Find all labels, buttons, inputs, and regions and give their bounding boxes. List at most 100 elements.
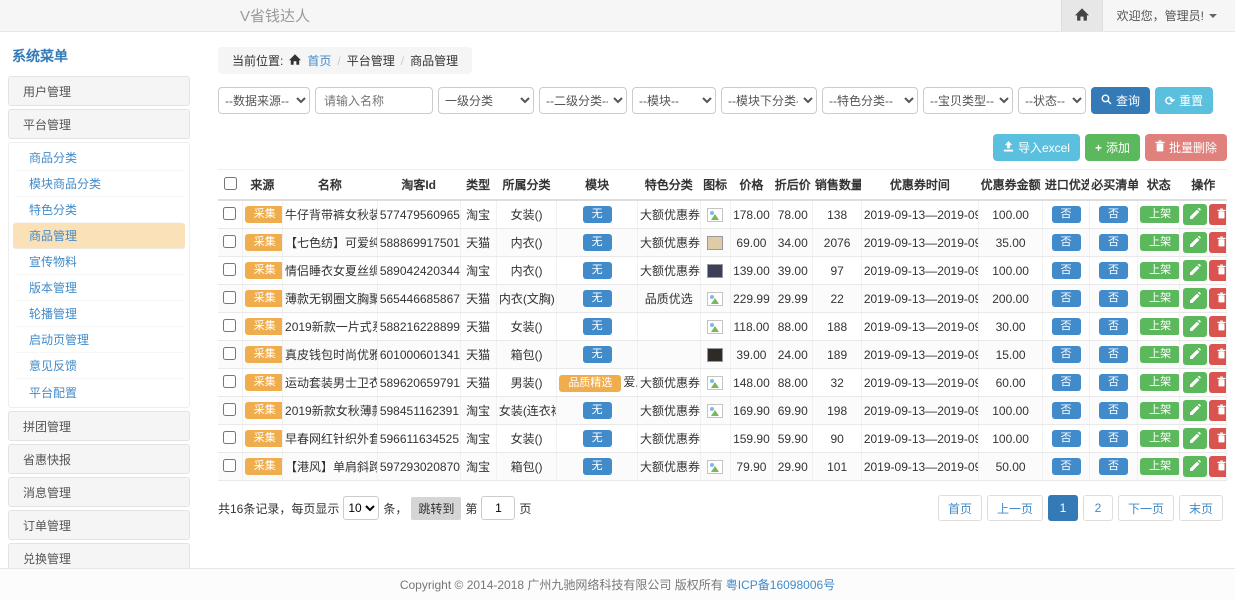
must-buy-toggle[interactable]: 否	[1099, 290, 1128, 307]
page-number-button[interactable]: 2	[1083, 495, 1113, 521]
status-badge[interactable]: 上架	[1140, 402, 1180, 419]
row-checkbox[interactable]	[223, 263, 236, 276]
status-badge[interactable]: 上架	[1140, 430, 1180, 447]
data-source-select[interactable]: --数据来源--	[218, 87, 310, 114]
sidebar-section[interactable]: 省惠快报	[8, 444, 190, 474]
add-button[interactable]: + 添加	[1085, 134, 1140, 161]
status-select[interactable]: --状态--	[1018, 87, 1086, 114]
sidebar-section[interactable]: 平台管理	[8, 109, 190, 139]
row-checkbox[interactable]	[223, 431, 236, 444]
import-select-toggle[interactable]: 否	[1052, 318, 1081, 335]
must-buy-toggle[interactable]: 否	[1099, 234, 1128, 251]
delete-button[interactable]	[1209, 372, 1226, 393]
row-checkbox[interactable]	[223, 291, 236, 304]
sidebar-section[interactable]: 消息管理	[8, 477, 190, 507]
sidebar-item[interactable]: 轮播管理	[13, 301, 185, 327]
delete-button[interactable]	[1209, 428, 1226, 449]
delete-button[interactable]	[1209, 344, 1226, 365]
edit-button[interactable]	[1183, 344, 1207, 365]
page-number-button[interactable]: 1	[1048, 495, 1078, 521]
breadcrumb-home-link[interactable]: 首页	[307, 52, 331, 69]
import-select-toggle[interactable]: 否	[1052, 234, 1081, 251]
edit-button[interactable]	[1183, 428, 1207, 449]
edit-button[interactable]	[1183, 288, 1207, 309]
page-number-input[interactable]	[481, 496, 515, 520]
status-badge[interactable]: 上架	[1140, 262, 1180, 279]
name-search-input[interactable]	[315, 87, 433, 114]
must-buy-toggle[interactable]: 否	[1099, 374, 1128, 391]
sidebar-item[interactable]: 宣传物料	[13, 249, 185, 275]
must-buy-toggle[interactable]: 否	[1099, 402, 1128, 419]
row-checkbox[interactable]	[223, 403, 236, 416]
row-checkbox[interactable]	[223, 375, 236, 388]
status-badge[interactable]: 上架	[1140, 234, 1180, 251]
item-type-select[interactable]: --宝贝类型--	[923, 87, 1013, 114]
module-select[interactable]: --模块--	[632, 87, 716, 114]
must-buy-toggle[interactable]: 否	[1099, 262, 1128, 279]
sidebar-item[interactable]: 模块商品分类	[13, 171, 185, 197]
next-page-button[interactable]: 下一页	[1118, 495, 1174, 521]
delete-button[interactable]	[1209, 232, 1226, 253]
last-page-button[interactable]: 末页	[1179, 495, 1223, 521]
import-select-toggle[interactable]: 否	[1052, 206, 1081, 223]
reset-button[interactable]: ⟳ 重置	[1155, 87, 1213, 114]
sidebar-item[interactable]: 平台配置	[13, 379, 185, 405]
edit-button[interactable]	[1183, 456, 1207, 477]
status-badge[interactable]: 上架	[1140, 290, 1180, 307]
select-all-checkbox[interactable]	[224, 177, 237, 190]
status-badge[interactable]: 上架	[1140, 318, 1180, 335]
module-subcategory-select[interactable]: --模块下分类--	[721, 87, 817, 114]
import-select-toggle[interactable]: 否	[1052, 290, 1081, 307]
delete-button[interactable]	[1209, 260, 1226, 281]
sidebar-section[interactable]: 拼团管理	[8, 411, 190, 441]
sidebar-item[interactable]: 商品分类	[13, 145, 185, 171]
sidebar-section[interactable]: 兑换管理	[8, 543, 190, 568]
import-select-toggle[interactable]: 否	[1052, 430, 1081, 447]
row-checkbox[interactable]	[223, 207, 236, 220]
delete-button[interactable]	[1209, 204, 1226, 225]
icp-link[interactable]: 粤ICP备16098006号	[726, 576, 835, 593]
import-select-toggle[interactable]: 否	[1052, 458, 1081, 475]
sidebar-item[interactable]: 商品管理	[13, 223, 185, 249]
import-select-toggle[interactable]: 否	[1052, 402, 1081, 419]
delete-button[interactable]	[1209, 400, 1226, 421]
status-badge[interactable]: 上架	[1140, 206, 1180, 223]
must-buy-toggle[interactable]: 否	[1099, 346, 1128, 363]
must-buy-toggle[interactable]: 否	[1099, 206, 1128, 223]
row-checkbox[interactable]	[223, 347, 236, 360]
status-badge[interactable]: 上架	[1140, 346, 1180, 363]
delete-button[interactable]	[1209, 288, 1226, 309]
edit-button[interactable]	[1183, 232, 1207, 253]
must-buy-toggle[interactable]: 否	[1099, 318, 1128, 335]
category1-select[interactable]: 一级分类	[438, 87, 534, 114]
edit-button[interactable]	[1183, 400, 1207, 421]
delete-button[interactable]	[1209, 316, 1226, 337]
user-menu[interactable]: 欢迎您，管理员!	[1103, 7, 1235, 24]
row-checkbox[interactable]	[223, 459, 236, 472]
import-select-toggle[interactable]: 否	[1052, 262, 1081, 279]
import-excel-button[interactable]: 导入excel	[993, 134, 1080, 161]
per-page-select[interactable]: 10	[343, 496, 379, 520]
edit-button[interactable]	[1183, 204, 1207, 225]
must-buy-toggle[interactable]: 否	[1099, 430, 1128, 447]
sidebar-item[interactable]: 版本管理	[13, 275, 185, 301]
sidebar-item[interactable]: 启动页管理	[13, 327, 185, 353]
search-button[interactable]: 查询	[1091, 87, 1150, 114]
edit-button[interactable]	[1183, 316, 1207, 337]
sidebar-section[interactable]: 订单管理	[8, 510, 190, 540]
sidebar-section[interactable]: 用户管理	[8, 76, 190, 106]
prev-page-button[interactable]: 上一页	[987, 495, 1043, 521]
row-checkbox[interactable]	[223, 319, 236, 332]
status-badge[interactable]: 上架	[1140, 458, 1180, 475]
must-buy-toggle[interactable]: 否	[1099, 458, 1128, 475]
category2-select[interactable]: --二级分类--	[539, 87, 627, 114]
first-page-button[interactable]: 首页	[938, 495, 982, 521]
import-select-toggle[interactable]: 否	[1052, 374, 1081, 391]
edit-button[interactable]	[1183, 260, 1207, 281]
feature-category-select[interactable]: --特色分类--	[822, 87, 918, 114]
import-select-toggle[interactable]: 否	[1052, 346, 1081, 363]
home-button[interactable]	[1061, 0, 1103, 31]
delete-button[interactable]	[1209, 456, 1226, 477]
edit-button[interactable]	[1183, 372, 1207, 393]
batch-delete-button[interactable]: 批量删除	[1145, 134, 1227, 161]
